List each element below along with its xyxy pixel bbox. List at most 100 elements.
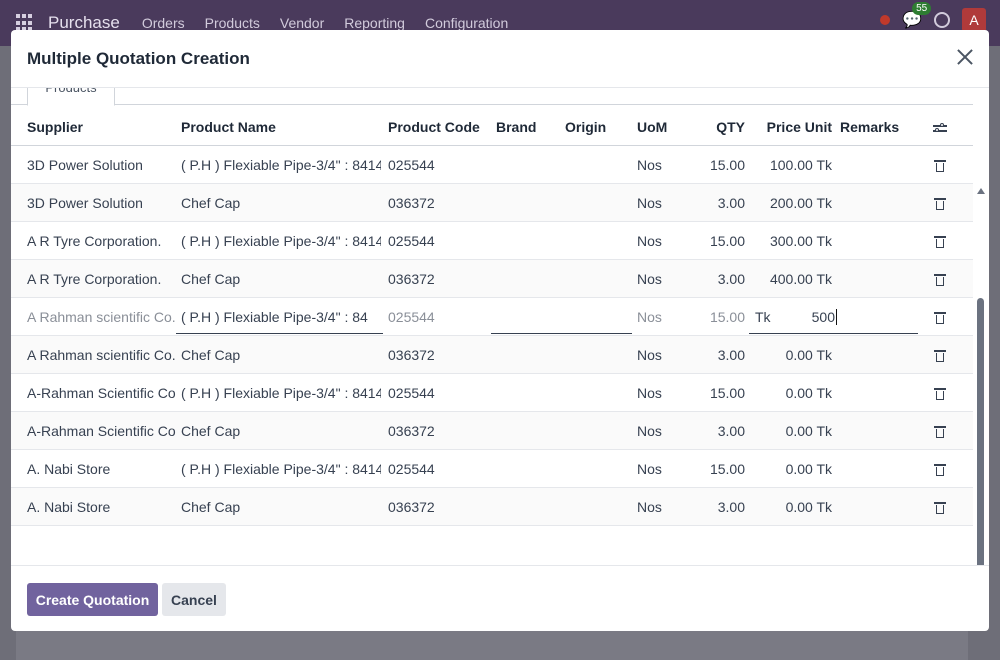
- cell-origin[interactable]: [565, 222, 625, 260]
- cell-price-unit[interactable]: 0.00 Tk: [755, 374, 832, 412]
- cell-brand[interactable]: [496, 260, 556, 298]
- cell-uom[interactable]: Nos: [637, 184, 687, 222]
- table-row[interactable]: A. Nabi Store( P.H ) Flexiable Pipe-3/4"…: [11, 450, 973, 488]
- clock-icon[interactable]: [934, 12, 950, 28]
- cell-uom[interactable]: Nos: [637, 374, 687, 412]
- cell-qty[interactable]: 3.00: [691, 488, 745, 526]
- delete-row-button[interactable]: [929, 184, 951, 222]
- cell-product-code[interactable]: 036372: [388, 184, 488, 222]
- cell-supplier[interactable]: A. Nabi Store: [27, 450, 177, 488]
- cell-supplier[interactable]: A Rahman scientific Co.: [27, 336, 177, 374]
- cell-uom[interactable]: Nos: [637, 222, 687, 260]
- cell-remarks[interactable]: [840, 450, 920, 488]
- cell-uom[interactable]: Nos: [637, 412, 687, 450]
- cell-price-unit[interactable]: 0.00 Tk: [755, 412, 832, 450]
- cell-product-name[interactable]: ( P.H ) Flexiable Pipe-3/4" : 8414: [181, 374, 381, 412]
- cell-remarks[interactable]: [840, 412, 920, 450]
- cell-supplier[interactable]: A. Nabi Store: [27, 488, 177, 526]
- cell-supplier[interactable]: A R Tyre Corporation.: [27, 260, 177, 298]
- scroll-up-icon[interactable]: [977, 188, 985, 194]
- cell-product-name[interactable]: Chef Cap: [181, 412, 381, 450]
- table-row[interactable]: 3D Power Solution Chef Cap 036372 Nos 3.00 20…: [11, 184, 973, 222]
- cell-brand[interactable]: [496, 222, 556, 260]
- col-price-unit[interactable]: Price Unit: [755, 108, 832, 146]
- cell-product-code[interactable]: 025544: [388, 146, 488, 184]
- cell-price-unit[interactable]: 0.00 Tk: [755, 488, 832, 526]
- cell-price-unit[interactable]: 200.00 Tk: [755, 184, 832, 222]
- delete-row-button[interactable]: [929, 260, 951, 298]
- price-unit-input[interactable]: Tk 500: [755, 298, 837, 336]
- cell-price-unit[interactable]: 400.00 Tk: [755, 260, 832, 298]
- col-supplier[interactable]: Supplier: [27, 108, 177, 146]
- table-row[interactable]: A Rahman scientific Co. Chef Cap 036372 Nos…: [11, 336, 973, 374]
- col-uom[interactable]: UoM: [637, 108, 687, 146]
- delete-row-button[interactable]: [929, 450, 951, 488]
- delete-row-button[interactable]: [929, 146, 951, 184]
- col-product-name[interactable]: Product Name: [181, 108, 381, 146]
- cell-product-code[interactable]: 036372: [388, 336, 488, 374]
- cell-supplier[interactable]: 3D Power Solution: [27, 146, 177, 184]
- cell-brand[interactable]: [496, 146, 556, 184]
- cell-product-code[interactable]: 036372: [388, 260, 488, 298]
- menu-reporting[interactable]: Reporting: [344, 15, 405, 31]
- cell-price-unit[interactable]: 0.00 Tk: [755, 450, 832, 488]
- table-row[interactable]: A-Rahman Scientific Co( P.H ) Flexiable …: [11, 374, 973, 412]
- cell-product-name[interactable]: Chef Cap: [181, 488, 381, 526]
- activity-dot-icon[interactable]: [880, 15, 891, 25]
- cell-uom[interactable]: Nos: [637, 450, 687, 488]
- cell-origin[interactable]: [565, 298, 625, 336]
- cell-brand[interactable]: [496, 336, 556, 374]
- delete-row-button[interactable]: [929, 374, 951, 412]
- cell-qty[interactable]: 15.00: [691, 146, 745, 184]
- cell-qty[interactable]: 15.00: [691, 298, 745, 336]
- tab-products[interactable]: Products: [27, 88, 115, 106]
- cell-brand[interactable]: [496, 374, 556, 412]
- menu-orders[interactable]: Orders: [142, 15, 185, 31]
- cell-remarks[interactable]: [840, 146, 920, 184]
- delete-row-button[interactable]: [929, 488, 951, 526]
- delete-row-button[interactable]: [929, 336, 951, 374]
- table-row[interactable]: A R Tyre Corporation.( P.H ) Flexiable P…: [11, 222, 973, 260]
- cell-price-unit[interactable]: 300.00 Tk: [755, 222, 832, 260]
- cell-supplier[interactable]: A R Tyre Corporation.: [27, 222, 177, 260]
- scroll-thumb[interactable]: [977, 298, 984, 565]
- cell-origin[interactable]: [565, 336, 625, 374]
- col-remarks[interactable]: Remarks: [840, 108, 920, 146]
- cell-remarks[interactable]: [840, 260, 920, 298]
- cell-remarks[interactable]: [840, 488, 920, 526]
- cell-qty[interactable]: 3.00: [691, 336, 745, 374]
- delete-row-button[interactable]: [929, 298, 951, 336]
- cell-brand[interactable]: [496, 412, 556, 450]
- cell-uom[interactable]: Nos: [637, 488, 687, 526]
- cell-origin[interactable]: [565, 488, 625, 526]
- menu-configuration[interactable]: Configuration: [425, 15, 508, 31]
- column-settings-button[interactable]: [929, 108, 951, 146]
- col-origin[interactable]: Origin: [565, 108, 625, 146]
- col-brand[interactable]: Brand: [496, 108, 556, 146]
- cell-product-code[interactable]: 025544: [388, 450, 488, 488]
- close-icon[interactable]: [955, 47, 975, 67]
- cell-product-name[interactable]: ( P.H ) Flexiable Pipe-3/4" : 8414: [181, 146, 381, 184]
- cell-uom[interactable]: Nos: [637, 336, 687, 374]
- cell-product-code[interactable]: 025544: [388, 298, 488, 336]
- cell-qty[interactable]: 15.00: [691, 450, 745, 488]
- cell-price-unit[interactable]: 100.00 Tk: [755, 146, 832, 184]
- cell-qty[interactable]: 3.00: [691, 184, 745, 222]
- cell-product-name[interactable]: ( P.H ) Flexiable Pipe-3/4" : 84: [181, 298, 381, 336]
- table-row[interactable]: A R Tyre Corporation. Chef Cap 036372 Nos 3.…: [11, 260, 973, 298]
- cell-qty[interactable]: 3.00: [691, 412, 745, 450]
- user-avatar[interactable]: A: [962, 8, 986, 32]
- delete-row-button[interactable]: [929, 412, 951, 450]
- cell-product-name[interactable]: Chef Cap: [181, 260, 381, 298]
- menu-products[interactable]: Products: [205, 15, 260, 31]
- cell-product-code[interactable]: 036372: [388, 412, 488, 450]
- cell-product-name[interactable]: Chef Cap: [181, 336, 381, 374]
- cell-remarks[interactable]: [840, 298, 920, 336]
- cell-product-name[interactable]: ( P.H ) Flexiable Pipe-3/4" : 8414: [181, 450, 381, 488]
- price-input-value[interactable]: 500: [812, 309, 837, 325]
- table-row[interactable]: A. Nabi Store Chef Cap 036372 Nos 3.00 0.00 T…: [11, 488, 973, 526]
- cell-product-code[interactable]: 036372: [388, 488, 488, 526]
- col-qty[interactable]: QTY: [691, 108, 745, 146]
- cell-origin[interactable]: [565, 260, 625, 298]
- chat-icon[interactable]: 💬 55: [902, 2, 932, 30]
